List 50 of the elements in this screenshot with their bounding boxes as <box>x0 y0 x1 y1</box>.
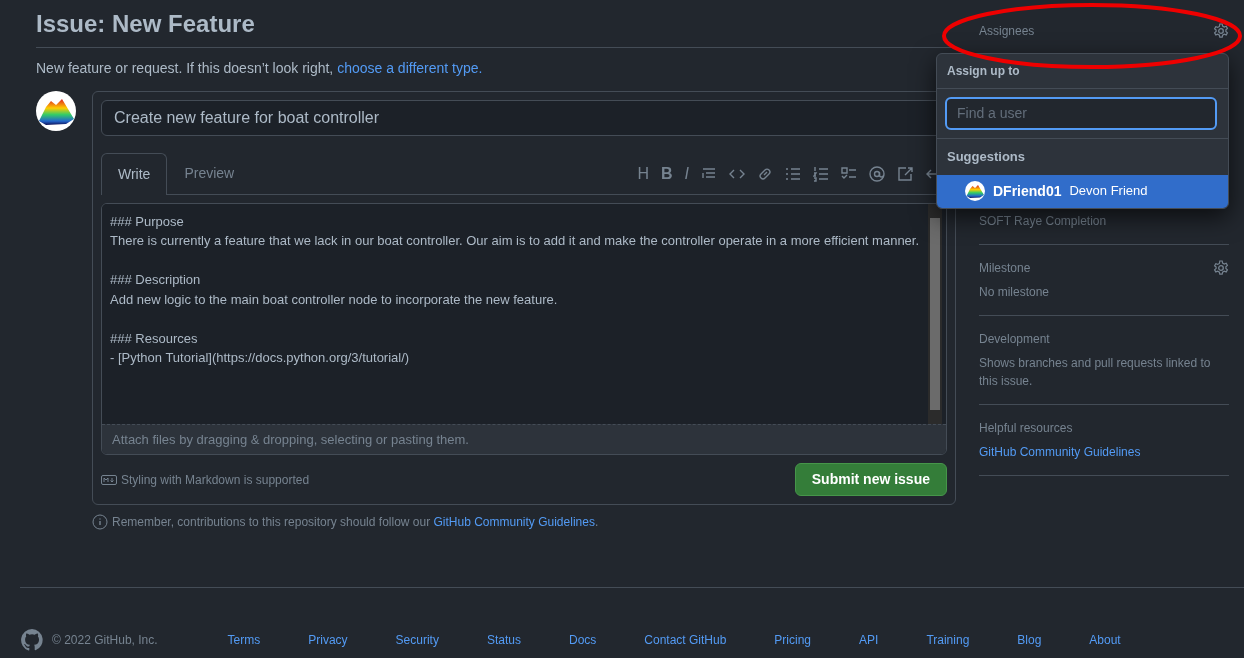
footer-link[interactable]: Security <box>395 631 439 650</box>
comment-editor[interactable] <box>101 202 947 456</box>
sidebar-heading: Helpful resources <box>979 420 1073 437</box>
type-link[interactable]: choose a different type. <box>337 59 483 76</box>
sidebar-heading: Assignees <box>979 23 1035 40</box>
settings-icon[interactable] <box>1213 260 1229 276</box>
footer-link[interactable]: Training <box>926 631 970 650</box>
footer-link[interactable]: Pricing <box>774 631 812 650</box>
sidebar-text: No milestone <box>979 284 1051 301</box>
info-icon <box>92 514 108 531</box>
footer-link[interactable]: Contact GitHub <box>644 631 727 650</box>
mention-icon[interactable] <box>869 165 885 182</box>
sidebar-text: Shows branches and pull requests linked to this issue. <box>979 355 1212 390</box>
sidebar-heading: Milestone <box>979 260 1031 277</box>
footer-link[interactable]: Status <box>486 631 521 650</box>
avatar-icon <box>36 90 76 131</box>
numbered-list-icon[interactable] <box>813 165 829 182</box>
scrollbar[interactable] <box>928 203 942 424</box>
github-logo-icon[interactable] <box>20 628 44 653</box>
subtitle-text: New feature or request. If this doesn’t look right, choose a different type. <box>36 59 483 76</box>
project-value: SOFT Raye Completion <box>979 213 1108 230</box>
editor-tab[interactable]: Preview <box>167 151 252 194</box>
user-search-field[interactable]: Find a user <box>945 97 1217 130</box>
settings-icon[interactable] <box>1213 23 1229 39</box>
reference-icon[interactable] <box>897 165 913 182</box>
footer-link[interactable]: API <box>859 631 879 650</box>
bulleted-list-icon[interactable] <box>785 165 801 182</box>
toolbar-heading-button[interactable]: H <box>631 161 655 186</box>
guidelines-link[interactable]: GitHub Community Guidelines <box>979 445 1141 459</box>
reminder-text: Remember, contributions to this repository should follow our GitHub Community Guidelines. <box>112 514 599 532</box>
guidelines-link[interactable]: GitHub Community Guidelines <box>433 515 595 530</box>
dropdown-header: Assign up to <box>937 54 1228 89</box>
markdown-icon <box>101 474 117 485</box>
user-suggestion[interactable]: DFriend01 Devon Friend <box>937 174 1228 208</box>
footer-link[interactable]: Docs <box>568 631 597 650</box>
suggestions-label: Suggestions <box>946 148 1026 166</box>
toolbar-italic-button[interactable]: I <box>678 161 695 186</box>
page-title: Issue: New Feature <box>36 10 955 48</box>
toolbar-bold-button[interactable]: B <box>655 161 679 186</box>
sidebar-heading: Development <box>979 331 1050 348</box>
avatar-icon <box>965 181 985 201</box>
footer-link[interactable]: About <box>1089 631 1121 650</box>
submit-button[interactable]: Submit new issue <box>794 463 947 497</box>
footer-link[interactable]: Privacy <box>308 631 348 650</box>
footer-link[interactable]: Blog <box>1017 631 1042 650</box>
attach-hint: Attach files by dragging & dropping, selecting or pasting them. <box>102 423 946 455</box>
editor-tab[interactable]: Write <box>101 152 168 195</box>
markdown-note: Styling with Markdown is supported <box>121 471 310 489</box>
footer-link[interactable]: Terms <box>227 631 261 650</box>
copyright-text: © 2022 GitHub, Inc. <box>52 632 158 650</box>
